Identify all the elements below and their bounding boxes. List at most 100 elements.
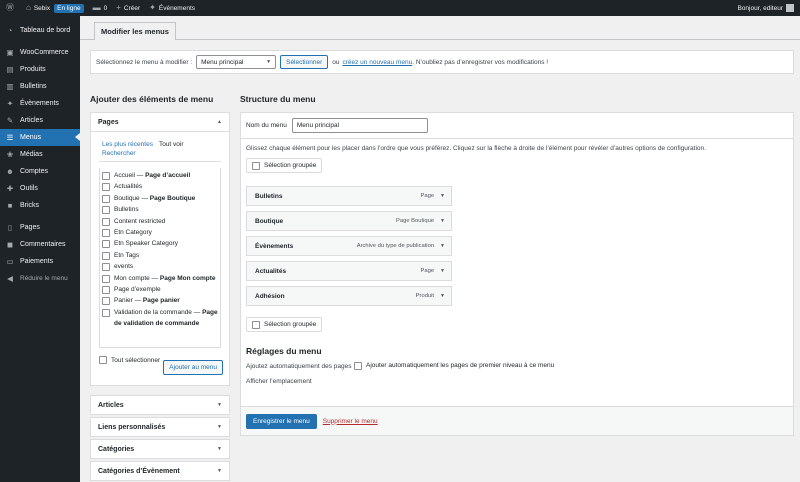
- page-checkbox[interactable]: [102, 217, 110, 226]
- sidebar-item--v-nements[interactable]: ✦ Évènements: [0, 95, 80, 112]
- menu-name-input[interactable]: Menu principal: [291, 118, 428, 133]
- expand-arrow-icon[interactable]: ▼: [440, 218, 445, 224]
- sidebar-item-label: Bricks: [20, 202, 40, 209]
- other-sections: Articles ▼ Liens personnalisés ▼ Catégories ▼…: [90, 395, 230, 481]
- list-item[interactable]: Etn Speaker Category: [100, 238, 220, 249]
- sidebar-item-bulletins[interactable]: ▥ Bulletins: [0, 78, 80, 95]
- list-item[interactable]: Validation de la commande — Page de vali…: [100, 307, 220, 330]
- menu-item-row[interactable]: Bulletins Page ▼: [246, 186, 452, 206]
- list-item[interactable]: Bulletins: [100, 204, 220, 215]
- menu-select[interactable]: Menu principal ▼: [196, 55, 277, 69]
- bulk-select-bottom[interactable]: Sélection groupée: [246, 317, 323, 332]
- sidebar-item-outils[interactable]: ✚ Outils: [0, 180, 80, 197]
- tab-search[interactable]: Rechercher: [102, 150, 136, 157]
- sidebar-item-r-duire-le-menu[interactable]: ◀ Réduire le menu: [0, 270, 80, 287]
- menu-item-row[interactable]: Adhésion Produit ▼: [246, 286, 452, 306]
- sidebar-item-articles[interactable]: ✎ Articles: [0, 112, 80, 129]
- accordion-cat-gories-d-v-nement[interactable]: Catégories d’Évènement ▼: [90, 461, 230, 481]
- expand-arrow-icon[interactable]: ▼: [440, 243, 445, 249]
- page-checkbox[interactable]: [102, 251, 110, 260]
- events-link[interactable]: ✦ Événements: [149, 4, 195, 12]
- auto-add-option[interactable]: Ajouter automatiquement les pages de pre…: [354, 362, 554, 371]
- sidebar-item-label: Produits: [20, 66, 46, 73]
- menu-item-type: Page Boutique: [396, 218, 435, 224]
- accordion-articles[interactable]: Articles ▼: [90, 395, 230, 415]
- page-name: events: [114, 263, 134, 271]
- sidebar-item-bricks[interactable]: ■ Bricks: [0, 197, 80, 214]
- sidebar-item-produits[interactable]: ▤ Produits: [0, 61, 80, 78]
- delete-menu-link[interactable]: Supprimer le menu: [323, 418, 378, 425]
- expand-arrow-icon[interactable]: ▼: [440, 193, 445, 199]
- add-to-menu-button[interactable]: Ajouter au menu: [163, 360, 223, 375]
- page-checkbox[interactable]: [102, 308, 110, 317]
- wordpress-logo-icon[interactable]: Ⓦ: [6, 4, 17, 12]
- page-checkbox[interactable]: [102, 240, 110, 249]
- menu-item-row[interactable]: Évènements Archive du type de publication…: [246, 236, 452, 256]
- page-checkbox[interactable]: [102, 297, 110, 306]
- accordion-liens-personnalis-s[interactable]: Liens personnalisés ▼: [90, 417, 230, 437]
- main-content: Modifier les menus Sélectionnez le menu …: [80, 16, 800, 482]
- page-name: Panier: [114, 297, 133, 305]
- new-content-link[interactable]: + Créer: [116, 4, 140, 12]
- site-name-link[interactable]: ⌂ Sebix En ligne: [26, 3, 84, 13]
- comment-icon: ▬: [92, 3, 101, 12]
- sidebar-item-menus[interactable]: ☰ Menus: [0, 129, 80, 146]
- sidebar-item-paiements[interactable]: ▭ Paiements: [0, 253, 80, 270]
- page-checkbox[interactable]: [102, 183, 110, 192]
- events-icon: ✦: [6, 99, 14, 108]
- page-checkbox[interactable]: [102, 194, 110, 203]
- page-checkbox[interactable]: [102, 274, 110, 283]
- sidebar-item-woocommerce[interactable]: ▣ WooCommerce: [0, 44, 80, 61]
- accordion-cat-gories[interactable]: Catégories ▼: [90, 439, 230, 459]
- bulk-select-checkbox[interactable]: [252, 320, 260, 329]
- pages-accordion-header[interactable]: Pages ▲: [90, 112, 230, 132]
- sidebar-item-tableau-de-bord[interactable]: ◔ Tableau de bord: [0, 22, 80, 39]
- tab-divider: [80, 39, 800, 40]
- expand-arrow-icon[interactable]: ▼: [440, 268, 445, 274]
- menu-item-row[interactable]: Actualités Page ▼: [246, 261, 452, 281]
- newsletter-icon: ▥: [6, 82, 14, 91]
- sidebar-item-commentaires[interactable]: ◼ Commentaires: [0, 236, 80, 253]
- list-item[interactable]: Etn Category: [100, 227, 220, 238]
- page-name: Boutique: [114, 194, 140, 202]
- select-menu-button[interactable]: Sélectionner: [280, 55, 329, 69]
- list-item[interactable]: Etn Tags: [100, 250, 220, 261]
- page-checkbox[interactable]: [102, 172, 110, 180]
- list-item[interactable]: Content restricted: [100, 216, 220, 227]
- comments-link[interactable]: ▬ 0: [93, 4, 108, 12]
- sidebar-item-label: Pages: [20, 224, 40, 231]
- events-icon: ✦: [149, 3, 156, 12]
- list-item[interactable]: Actualités: [100, 181, 220, 192]
- list-item[interactable]: Boutique — Page Boutique: [100, 193, 220, 204]
- page-checkbox[interactable]: [102, 286, 110, 295]
- account-menu[interactable]: Bonjour, editeur: [737, 4, 794, 12]
- auto-add-checkbox[interactable]: [354, 362, 362, 370]
- products-icon: ▤: [6, 65, 14, 74]
- save-menu-button[interactable]: Enregistrer le menu: [246, 413, 317, 429]
- list-item[interactable]: Page d’exemple: [100, 284, 220, 295]
- page-name: Bulletins: [114, 206, 139, 214]
- auto-add-row: Ajoutez automatiquement des pages Ajoute…: [241, 356, 793, 371]
- page-state: Page Mon compte: [159, 274, 216, 282]
- tab-edit-menus[interactable]: Modifier les menus: [94, 22, 176, 40]
- page-checkbox[interactable]: [102, 206, 110, 215]
- tab-view-all[interactable]: Tout voir: [158, 138, 184, 151]
- sidebar-item-pages[interactable]: ▯ Pages: [0, 219, 80, 236]
- list-item[interactable]: events: [100, 261, 220, 272]
- home-icon: ⌂: [26, 3, 31, 12]
- bulk-select-checkbox[interactable]: [252, 161, 260, 170]
- menu-item-row[interactable]: Boutique Page Boutique ▼: [246, 211, 452, 231]
- chevron-up-icon: ▲: [217, 119, 222, 125]
- sidebar-item-m-dias[interactable]: ❀ Médias: [0, 146, 80, 163]
- create-menu-link[interactable]: créez un nouveau menu: [342, 59, 412, 66]
- bulk-select-top[interactable]: Sélection groupée: [246, 158, 323, 173]
- page-checkbox[interactable]: [102, 263, 110, 272]
- list-item[interactable]: Accueil — Page d’accueil: [100, 170, 220, 181]
- select-all-checkbox[interactable]: [99, 356, 107, 364]
- list-item[interactable]: Mon compte — Page Mon compte: [100, 273, 220, 284]
- sidebar-item-comptes[interactable]: ☻ Comptes: [0, 163, 80, 180]
- list-item[interactable]: Panier — Page panier: [100, 295, 220, 306]
- pages-icon: ▯: [7, 223, 13, 232]
- page-checkbox[interactable]: [102, 229, 110, 238]
- expand-arrow-icon[interactable]: ▼: [440, 293, 445, 299]
